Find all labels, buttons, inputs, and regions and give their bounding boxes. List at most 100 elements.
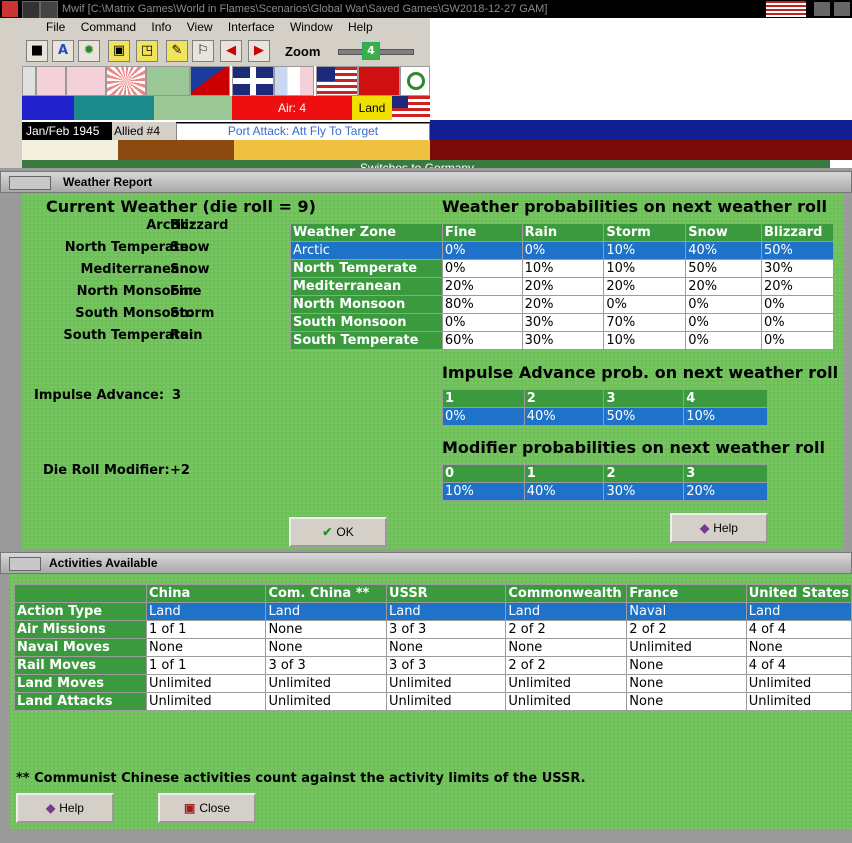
menu-bar: File Command Info View Interface Window … [22,18,430,36]
table-cell: 40% [685,241,762,260]
table-cell: 0% [761,295,834,314]
color-strip [234,140,430,160]
flag-marker-icon[interactable]: ⚐ [192,40,214,62]
flag-icon[interactable] [36,66,66,96]
table-cell: None [626,692,747,711]
table-header: Com. China ** [265,584,387,603]
help-button[interactable]: ◆ Help [670,513,768,543]
collapse-icon[interactable] [9,556,41,571]
table-row[interactable]: Rail Moves 1 of 13 of 33 of 32 of 2 None 4 … [13,656,852,675]
us-flag-icon[interactable] [316,66,358,96]
table-cell: 30% [521,331,605,350]
zoom-slider-thumb[interactable]: 4 [362,42,380,60]
font-a-icon[interactable]: A [52,40,74,62]
us-flag-icon [392,96,430,120]
table-cell: None [745,638,852,657]
collapse-icon[interactable] [9,175,51,190]
table-cell: None [505,638,628,657]
table-cell: 20% [441,277,523,296]
flag-icon[interactable] [66,66,106,96]
taiwan-flag-icon[interactable] [190,66,230,96]
table-row[interactable]: Mediterranean 20% 20% 20% 20% 20% [290,277,834,296]
help-button[interactable]: ◆ Help [16,793,114,823]
table-cell: Unlimited [745,692,852,711]
flag-icon[interactable] [146,66,190,96]
zoom-label: Zoom [285,44,321,59]
table-row[interactable]: North Monsoon 80% 20% 0% 0% 0% [290,295,834,314]
zone-value: Snow [170,262,210,277]
table-header: 1 [523,464,605,483]
table-cell: Unlimited [265,692,387,711]
table-cell: 0% [441,241,523,260]
pencil-icon[interactable]: ✎ [166,40,188,62]
color-strip [22,140,118,160]
window-control-button[interactable] [834,2,850,16]
menu-info[interactable]: Info [151,18,171,36]
table-header: Commonwealth [505,584,628,603]
table-header: 2 [523,389,605,408]
table-cell: Land [505,602,628,621]
menu-file[interactable]: File [46,18,65,36]
table-cell: Unlimited [505,674,628,693]
table-cell: 50% [685,259,762,278]
table-row[interactable]: South Temperate 60% 30% 10% 0% 0% [290,331,834,350]
table-row[interactable]: Land Moves Unlimited Unlimited Unlimited Unl… [13,674,852,693]
table-row[interactable]: South Monsoon 0% 30% 70% 0% 0% [290,313,834,332]
table-row[interactable]: Air Missions 1 of 1 None 3 of 32 of 22 of 2… [13,620,852,639]
menu-view[interactable]: View [187,18,213,36]
table-cell: 10% [603,331,687,350]
arrow-left-icon[interactable]: ◀ [220,40,242,62]
target-icon[interactable] [400,66,430,96]
table-cell: 1 of 1 [146,656,267,675]
table-cell: 3 of 3 [385,656,507,675]
close-button[interactable]: ▣ Close [158,793,256,823]
ok-button[interactable]: ✔ OK [289,517,387,547]
table-cell: 20% [761,277,834,296]
table-cell: 4 of 4 [745,620,852,639]
table-header: Weather Zone [290,223,443,242]
table-cell: 0% [442,407,525,426]
table-cell: None [146,638,267,657]
table-header: 3 [603,389,685,408]
window-control-button[interactable] [814,2,830,16]
table-cell: 30% [761,259,834,278]
gear-icon[interactable]: ✹ [78,40,100,62]
table-row[interactable]: 0% 40% 50% 10% [442,407,768,426]
table-cell: 60% [441,331,523,350]
train-icon[interactable]: ■ [26,40,48,62]
table-cell: South Temperate [290,331,443,350]
menu-help[interactable]: Help [348,18,373,36]
color-strip [74,96,154,120]
zone-value: Snow [170,240,210,255]
side-label: Allied #4 [112,122,176,140]
table-row[interactable]: Arctic 0% 0% 10% 40% 50% [290,241,834,260]
table-cell: 50% [603,407,685,426]
table-cell: 10% [603,241,687,260]
grid-icon[interactable]: ▣ [108,40,130,62]
table-row[interactable]: Land Attacks Unlimited Unlimited Unlimited U… [13,692,852,711]
toolbar: ■ A ✹ ▣ ◳ ✎ ⚐ ◀ ▶ Zoom 4 [22,36,430,66]
table-row[interactable]: Action Type Land Land Land Land Naval Land [13,602,852,621]
table-row[interactable]: 10% 40% 30% 20% [442,482,768,501]
table-cell: 3 of 3 [265,656,387,675]
table-row[interactable]: North Temperate 0% 10% 10% 50% 30% [290,259,834,278]
color-strip [830,160,852,168]
japan-flag-icon[interactable] [106,66,146,96]
uk-flag-icon[interactable] [232,66,274,96]
table-cell: None [265,620,387,639]
table-cell: 1 of 1 [146,620,267,639]
flag-icon[interactable] [22,66,36,96]
table-cell: 0% [441,313,523,332]
impulse-advance-label: Impulse Advance: [34,388,165,403]
menu-command[interactable]: Command [81,18,136,36]
resize-grip-icon[interactable] [0,829,852,843]
table-header: USSR [385,584,507,603]
ussr-flag-icon[interactable] [358,66,400,96]
unit-icon[interactable]: ◳ [136,40,158,62]
france-flag-icon[interactable] [274,66,314,96]
menu-window[interactable]: Window [290,18,333,36]
table-cell: Rail Moves [13,656,148,675]
arrow-right-icon[interactable]: ▶ [248,40,270,62]
table-row[interactable]: Naval Moves None None None None Unlimited None [13,638,852,657]
menu-interface[interactable]: Interface [228,18,275,36]
